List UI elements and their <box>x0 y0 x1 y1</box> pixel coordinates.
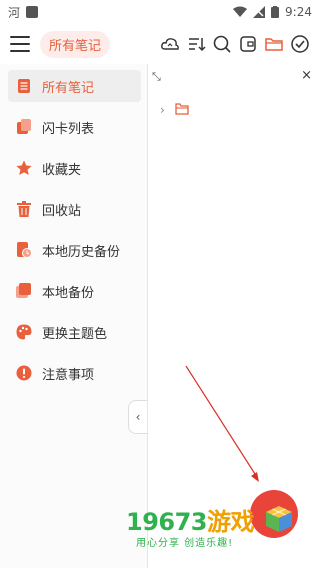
menu-icon[interactable] <box>10 36 30 52</box>
watermark: 19673游戏 用心分享 创造乐趣! <box>126 490 300 560</box>
star-icon <box>16 160 32 176</box>
sidebar-item-label: 更换主题色 <box>42 326 108 342</box>
alert-icon <box>16 365 32 381</box>
sidebar-item-notes-caution[interactable]: 注意事项 <box>8 357 141 389</box>
app-notification-icon: 河 <box>8 5 21 20</box>
sidebar-item-label: 收藏夹 <box>42 162 82 178</box>
chevron-right-icon[interactable]: › <box>160 103 165 117</box>
backup-icon <box>16 283 32 299</box>
notes-icon <box>16 78 32 94</box>
wifi-icon <box>233 6 248 17</box>
card-icon[interactable] <box>238 34 258 54</box>
shrink-icon[interactable]: ⤡ <box>152 70 161 84</box>
trash-icon <box>16 201 32 217</box>
sidebar-item-favorites[interactable]: 收藏夹 <box>8 152 141 184</box>
collapse-sidebar-button[interactable]: ‹ <box>128 400 147 434</box>
app-toolbar: 所有笔记 <box>0 24 320 64</box>
sidebar-item-label: 闪卡列表 <box>42 121 95 137</box>
check-circle-icon[interactable] <box>290 34 310 54</box>
sidebar-item-all-notes[interactable]: 所有笔记 <box>8 70 141 102</box>
close-icon[interactable]: × <box>301 68 312 83</box>
flashcards-icon <box>16 119 32 135</box>
sidebar-item-label: 回收站 <box>42 203 82 219</box>
sidebar-item-label: 本地历史备份 <box>42 244 121 260</box>
watermark-digits: 19673 <box>126 508 208 536</box>
folder-icon[interactable] <box>264 34 284 54</box>
notification-square-icon <box>26 6 39 18</box>
sidebar-item-local-backup[interactable]: 本地备份 <box>8 275 141 307</box>
cloud-sync-icon[interactable] <box>160 34 180 54</box>
history-backup-icon <box>16 242 32 258</box>
sidebar-item-flashcards[interactable]: 闪卡列表 <box>8 111 141 143</box>
status-bar: 河 9:24 <box>0 0 320 24</box>
watermark-word: 游戏 <box>207 508 255 536</box>
sidebar-item-theme-color[interactable]: 更换主题色 <box>8 316 141 348</box>
signal-off-icon <box>253 6 266 18</box>
palette-icon <box>16 324 32 340</box>
sidebar-item-label: 注意事项 <box>42 367 95 383</box>
folder-tree-root[interactable]: › <box>160 100 189 119</box>
page-title[interactable]: 所有笔记 <box>40 30 111 58</box>
watermark-slogan: 用心分享 创造乐趣! <box>136 538 234 549</box>
sidebar-item-label: 所有笔记 <box>42 80 95 96</box>
battery-icon <box>271 6 280 18</box>
watermark-brand: 19673游戏 <box>126 502 255 537</box>
sidebar-item-trash[interactable]: 回收站 <box>8 193 141 225</box>
folder-icon <box>175 100 189 119</box>
sidebar-item-local-history-backup[interactable]: 本地历史备份 <box>8 234 141 266</box>
sidebar-item-label: 本地备份 <box>42 285 95 301</box>
sort-icon[interactable] <box>186 34 206 54</box>
cube-icon <box>266 506 292 532</box>
search-icon[interactable] <box>212 34 232 54</box>
status-time: 9:24 <box>285 5 312 19</box>
